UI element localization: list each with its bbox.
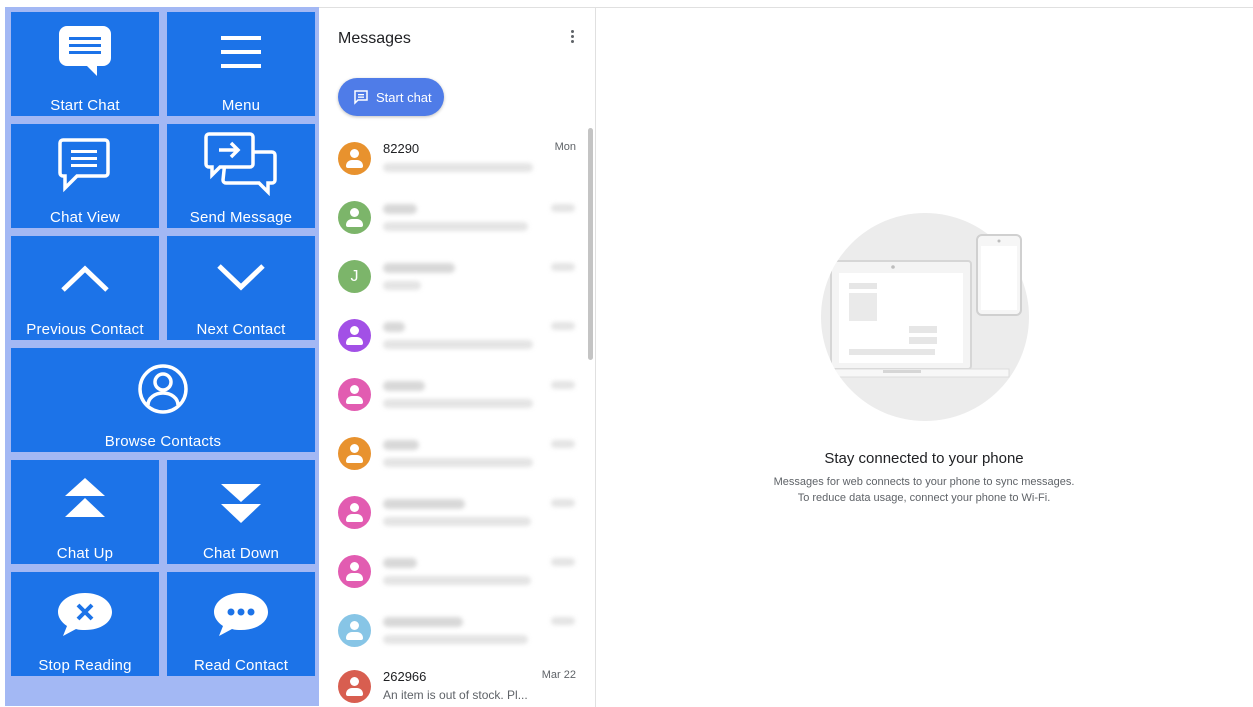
contact-name: 82290 bbox=[383, 141, 420, 156]
chat-bubble-lines-icon bbox=[11, 22, 159, 80]
double-arrow-down-icon bbox=[167, 482, 315, 526]
chevron-down-icon bbox=[167, 262, 315, 292]
tile-label: Browse Contacts bbox=[104, 433, 222, 450]
avatar bbox=[338, 201, 371, 234]
blurred-snippet bbox=[383, 399, 533, 408]
tile-label: Read Contact bbox=[193, 657, 289, 674]
start-chat-tile[interactable]: Start Chat bbox=[11, 12, 159, 116]
stop-reading-tile[interactable]: Stop Reading bbox=[11, 572, 159, 676]
conversation-item[interactable]: 82290 Mon bbox=[319, 133, 587, 191]
more-options-icon[interactable] bbox=[566, 28, 578, 48]
browse-contacts-tile[interactable]: Browse Contacts bbox=[11, 348, 315, 452]
conversation-item[interactable] bbox=[319, 605, 587, 663]
conversation-list-panel: Messages Start chat 82290 Mon J 262966 A… bbox=[319, 7, 596, 707]
page-title: Messages bbox=[338, 30, 411, 47]
accessibility-panel: Start Chat Menu Chat View Send Message P… bbox=[5, 7, 319, 706]
chat-down-tile[interactable]: Chat Down bbox=[167, 460, 315, 564]
tile-label: Send Message bbox=[189, 209, 293, 226]
timestamp: Mon bbox=[554, 141, 576, 153]
blurred-name bbox=[383, 440, 419, 450]
blurred-name bbox=[383, 381, 425, 391]
avatar bbox=[338, 378, 371, 411]
avatar bbox=[338, 670, 371, 703]
tile-label: Chat View bbox=[50, 209, 120, 226]
conversation-item[interactable] bbox=[319, 546, 587, 604]
conversation-item[interactable] bbox=[319, 428, 587, 486]
previous-contact-tile[interactable]: Previous Contact bbox=[11, 236, 159, 340]
blurred-name bbox=[383, 263, 455, 273]
tile-label: Previous Contact bbox=[26, 321, 144, 338]
blurred-snippet bbox=[383, 635, 528, 644]
double-arrow-up-icon bbox=[11, 476, 159, 520]
blurred-name bbox=[383, 499, 465, 509]
conversation-item[interactable]: 262966 An item is out of stock. Pl... Ma… bbox=[319, 661, 587, 707]
blurred-snippet bbox=[383, 281, 421, 290]
blurred-name bbox=[383, 558, 417, 568]
menu-tile[interactable]: Menu bbox=[167, 12, 315, 116]
conversation-item[interactable] bbox=[319, 487, 587, 545]
avatar bbox=[338, 496, 371, 529]
conversation-item[interactable] bbox=[319, 369, 587, 427]
tile-label: Start Chat bbox=[50, 97, 120, 114]
scrollbar[interactable] bbox=[588, 128, 593, 360]
chat-outline-icon bbox=[11, 136, 159, 194]
empty-state-title: Stay connected to your phone bbox=[824, 450, 1024, 467]
chat-view-tile[interactable]: Chat View bbox=[11, 124, 159, 228]
tile-label: Chat Down bbox=[202, 545, 279, 562]
tile-label: Stop Reading bbox=[38, 657, 132, 674]
person-circle-icon bbox=[11, 363, 315, 415]
message-snippet: An item is out of stock. Pl... bbox=[383, 688, 528, 702]
stop-bubble-icon bbox=[11, 590, 159, 638]
hamburger-menu-icon bbox=[167, 34, 315, 70]
chat-bubble-lines-icon bbox=[353, 89, 369, 105]
blurred-name bbox=[383, 617, 463, 627]
blurred-timestamp bbox=[551, 617, 575, 625]
blurred-snippet bbox=[383, 340, 533, 349]
avatar bbox=[338, 555, 371, 588]
empty-state-description: To reduce data usage, connect your phone… bbox=[797, 492, 1051, 504]
blurred-snippet bbox=[383, 163, 533, 172]
read-contact-tile[interactable]: Read Contact bbox=[167, 572, 315, 676]
ellipsis-bubble-icon bbox=[167, 590, 315, 638]
blurred-snippet bbox=[383, 458, 533, 467]
avatar bbox=[338, 614, 371, 647]
blurred-snippet bbox=[383, 576, 531, 585]
send-message-icon bbox=[167, 130, 315, 196]
blurred-snippet bbox=[383, 517, 531, 526]
conversation-view: Stay connected to your phone Messages fo… bbox=[595, 7, 1253, 707]
avatar bbox=[338, 142, 371, 175]
conversation-item[interactable] bbox=[319, 310, 587, 368]
avatar bbox=[338, 437, 371, 470]
start-chat-button[interactable]: Start chat bbox=[338, 78, 444, 116]
blurred-timestamp bbox=[551, 440, 575, 448]
avatar-letter: J bbox=[350, 267, 359, 285]
blurred-name bbox=[383, 322, 405, 332]
avatar bbox=[338, 319, 371, 352]
blurred-timestamp bbox=[551, 558, 575, 566]
contact-name: 262966 bbox=[383, 669, 427, 684]
empty-state-description: Messages for web connects to your phone … bbox=[773, 476, 1075, 488]
avatar: J bbox=[338, 260, 371, 293]
chevron-up-icon bbox=[11, 264, 159, 294]
tile-label: Next Contact bbox=[196, 321, 286, 338]
blurred-snippet bbox=[383, 222, 528, 231]
phone-laptop-illustration bbox=[821, 213, 1029, 421]
blurred-timestamp bbox=[551, 499, 575, 507]
timestamp: Mar 22 bbox=[541, 669, 576, 681]
blurred-timestamp bbox=[551, 381, 575, 389]
tile-label: Chat Up bbox=[56, 545, 114, 562]
conversation-item[interactable] bbox=[319, 192, 587, 250]
blurred-name bbox=[383, 204, 417, 214]
blurred-timestamp bbox=[551, 263, 575, 271]
blurred-timestamp bbox=[551, 322, 575, 330]
blurred-timestamp bbox=[551, 204, 575, 212]
start-chat-label: Start chat bbox=[376, 89, 432, 105]
next-contact-tile[interactable]: Next Contact bbox=[167, 236, 315, 340]
conversation-item[interactable]: J bbox=[319, 251, 587, 309]
tile-label: Menu bbox=[221, 97, 261, 114]
chat-up-tile[interactable]: Chat Up bbox=[11, 460, 159, 564]
send-message-tile[interactable]: Send Message bbox=[167, 124, 315, 228]
